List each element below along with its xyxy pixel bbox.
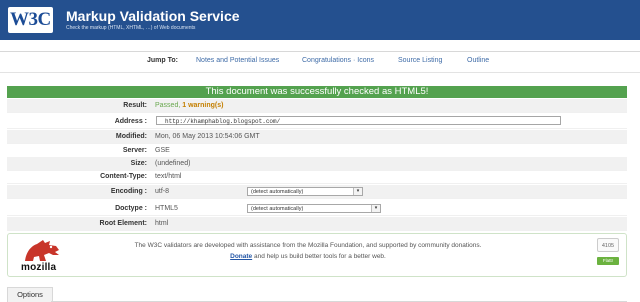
address-input[interactable]: http://khamphablog.blogspot.com/ <box>156 116 561 125</box>
root-element-row: Root Element: html <box>7 217 627 231</box>
encoding-select-text: (detect automatically) <box>251 189 304 195</box>
address-row: Address : http://khamphablog.blogspot.co… <box>7 115 627 129</box>
chevron-down-icon: ▾ <box>371 205 380 212</box>
encoding-label: Encoding : <box>110 188 147 195</box>
content-type-label: Content-Type: <box>100 173 147 180</box>
content-type-row: Content-Type: text/html <box>7 170 627 184</box>
size-label: Size: <box>130 160 147 167</box>
mozilla-wordmark[interactable]: mozilla <box>21 262 56 273</box>
doctype-value: HTML5 <box>155 205 178 212</box>
root-element-label: Root Element: <box>99 220 147 227</box>
doctype-row: Doctype : HTML5 (detect automatically) ▾ <box>7 202 627 216</box>
modified-row: Modified: Mon, 06 May 2013 10:54:06 GMT <box>7 130 627 144</box>
doctype-select[interactable]: (detect automatically) ▾ <box>247 204 381 213</box>
app-subtitle: Check the markup (HTML, XHTML, …) of Web… <box>66 25 196 31</box>
jump-notes-link[interactable]: Notes and Potential Issues <box>196 57 279 64</box>
sponsor-box: mozilla The W3C validators are developed… <box>7 233 627 277</box>
size-row: Size: (undefined) <box>7 157 627 171</box>
warning-link[interactable]: 1 warning(s) <box>182 102 223 109</box>
doctype-select-text: (detect automatically) <box>251 206 304 212</box>
root-element-value: html <box>155 220 169 227</box>
mozilla-dinosaur-icon <box>25 240 59 261</box>
nav-divider-top <box>0 51 640 52</box>
options-tab[interactable]: Options <box>7 287 53 302</box>
address-label: Address : <box>114 118 147 125</box>
server-value: GSE <box>155 147 170 154</box>
size-value: (undefined) <box>155 160 191 167</box>
encoding-value: utf-8 <box>155 188 170 195</box>
donate-link[interactable]: Donate <box>230 253 252 260</box>
flattr-button[interactable]: Flattr <box>597 257 619 265</box>
jump-to-label: Jump To: <box>147 57 178 64</box>
header-bar: W3C Markup Validation Service Check the … <box>0 0 640 40</box>
modified-value: Mon, 06 May 2013 10:54:06 GMT <box>155 133 260 140</box>
w3c-logo[interactable]: W3C <box>8 7 53 33</box>
server-row: Server: GSE <box>7 144 627 158</box>
content-type-value: text/html <box>155 173 182 180</box>
encoding-select[interactable]: (detect automatically) ▾ <box>247 187 363 196</box>
passed-text: Passed, <box>155 102 181 109</box>
chevron-down-icon: ▾ <box>353 188 362 195</box>
server-label: Server: <box>122 147 147 154</box>
sponsor-text: The W3C validators are developed with as… <box>128 240 488 262</box>
jump-outline-link[interactable]: Outline <box>467 57 489 64</box>
flattr-count: 4105 <box>597 238 619 252</box>
modified-label: Modified: <box>115 133 147 140</box>
jump-congratulations-link[interactable]: Congratulations · Icons <box>302 57 374 64</box>
jump-source-link[interactable]: Source Listing <box>398 57 442 64</box>
encoding-row: Encoding : utf-8 (detect automatically) … <box>7 185 627 199</box>
sponsor-line: The W3C validators are developed with as… <box>134 242 482 249</box>
success-banner: This document was successfully checked a… <box>7 86 627 98</box>
nav-divider-bottom <box>0 72 640 73</box>
w3c-logo-text: W3C <box>10 9 51 30</box>
sponsor-line-2: and help us build better tools for a bet… <box>252 253 386 260</box>
app-title: Markup Validation Service <box>66 8 240 24</box>
result-row: Result: Passed, 1 warning(s) <box>7 99 627 113</box>
doctype-label: Doctype : <box>115 205 147 212</box>
result-label: Result: <box>123 102 147 109</box>
result-value: Passed, 1 warning(s) <box>155 99 223 112</box>
